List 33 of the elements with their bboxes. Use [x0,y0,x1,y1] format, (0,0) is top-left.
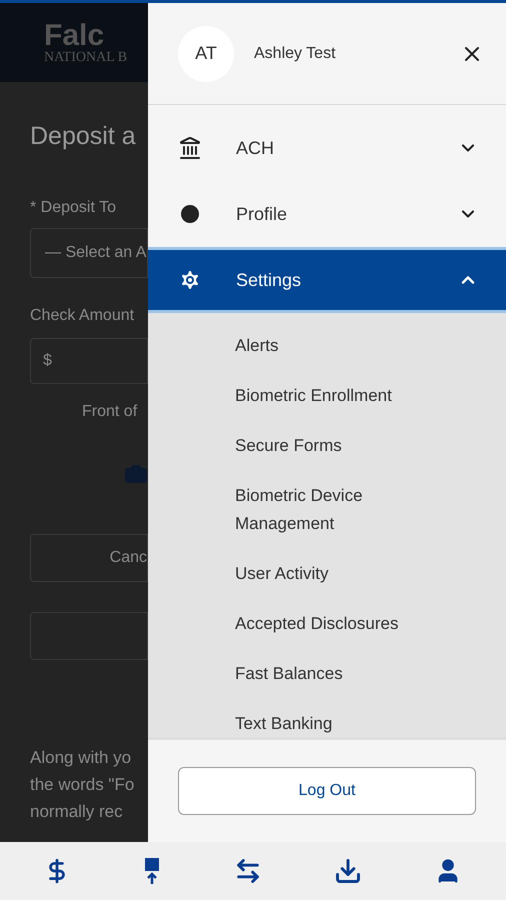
user-name: Ashley Test [254,44,337,64]
paragraph-line: the words "Fo [30,774,136,796]
menu-label: Settings [236,268,302,292]
amount-field[interactable]: $ [30,338,148,384]
submenu-item[interactable]: Accepted Disclosures [148,599,506,649]
menu-label: Profile [236,202,288,226]
submenu-item[interactable]: Biometric Device Management [148,471,506,549]
transfer-icon[interactable] [234,857,262,885]
logo-word: Falc [44,20,106,50]
field-label: * Deposit To [30,198,117,218]
account-select[interactable]: — Select an A [30,228,148,278]
bank-icon [178,136,202,160]
user-avatar: AT [178,26,234,82]
cancel-button[interactable]: Canc [30,534,148,582]
download-icon[interactable] [334,857,362,885]
upload-icon[interactable] [142,857,162,885]
submenu-item[interactable]: User Activity [148,549,506,599]
submenu-item[interactable]: Biometric Enrollment [148,371,506,421]
paragraph-line: Along with yo [30,746,132,768]
submenu-item[interactable]: Alerts [148,321,506,371]
submenu-item[interactable]: Text Banking [148,699,506,740]
field-label: Check Amount [30,306,136,326]
paragraph-line: normally rec [30,800,124,822]
image-label: Front of [81,402,138,422]
logo-subtitle: NATIONAL B [44,50,128,64]
submenu-item[interactable]: Secure Forms [148,421,506,471]
menu-item[interactable]: Profile [148,181,506,247]
logout-button[interactable]: Log Out [178,766,476,814]
menu-item[interactable]: ACH [148,115,506,181]
menu-label: ACH [236,136,276,160]
page-heading: Deposit a [30,121,137,152]
submenu-item[interactable]: Fast Balances [148,649,506,699]
menu-item[interactable]: Settings [148,247,506,313]
